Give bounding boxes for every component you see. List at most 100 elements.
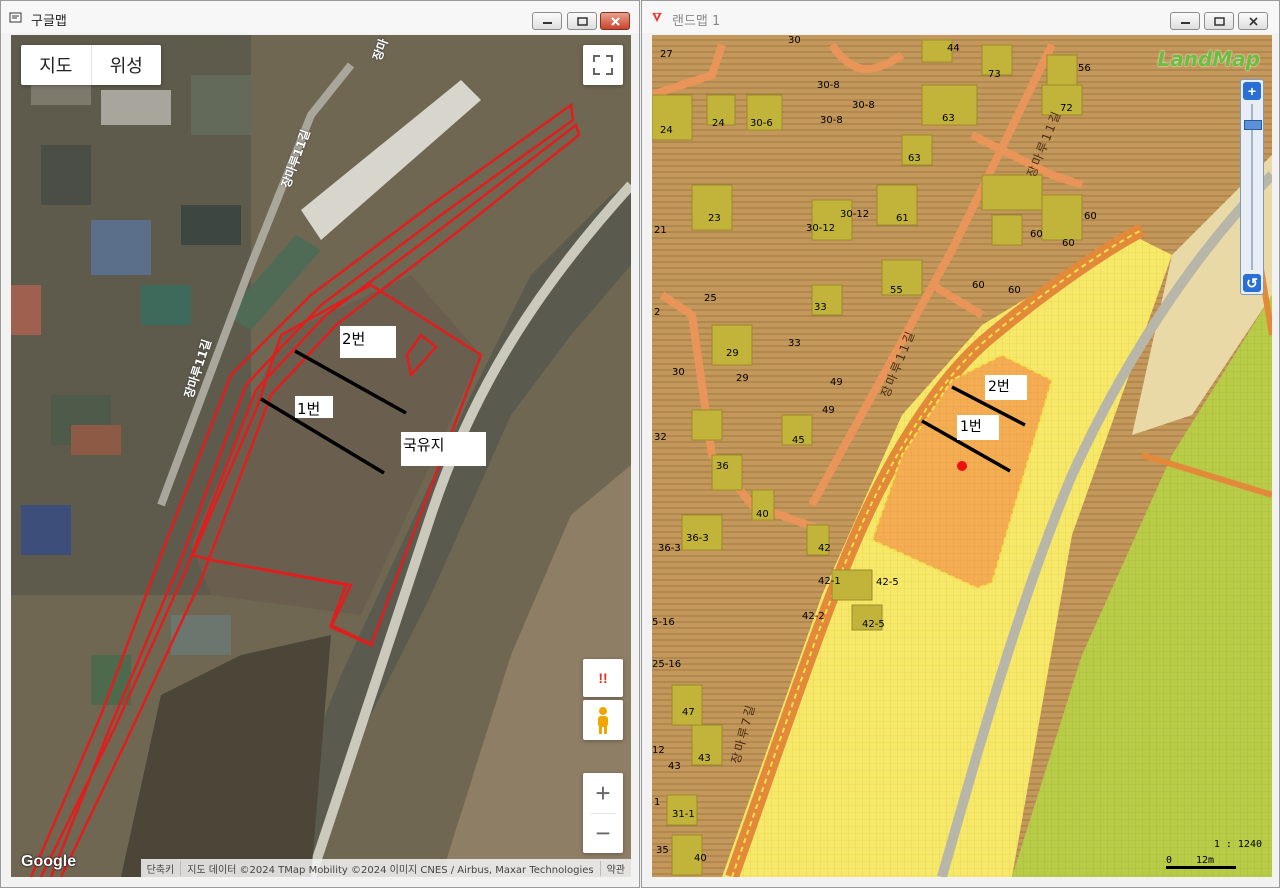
map-type-toggle[interactable]: 지도 위성: [21, 45, 161, 85]
warning-button[interactable]: !!: [583, 659, 623, 697]
cadastral-map[interactable]: 장마루11길 장마루11길 장마루7길 30 44 27 73 56 30-8 …: [652, 35, 1272, 877]
parcel-label-state: 국유지: [401, 432, 486, 466]
lot-number: 1: [654, 797, 661, 808]
lot-number: 2: [654, 307, 661, 318]
lot-number: 30-8: [817, 80, 840, 91]
lot-number: 33: [788, 338, 801, 349]
landmap-logo: LandMap: [1157, 47, 1260, 71]
lot-number: 42-2: [802, 611, 825, 622]
lot-number: 36-3: [686, 533, 709, 544]
title-bar[interactable]: 랜드맵 1: [642, 1, 1279, 33]
lot-number: 25: [704, 293, 717, 304]
lot-number: 63: [908, 153, 921, 164]
keyboard-shortcuts-link[interactable]: 단축키: [141, 860, 182, 876]
lot-number: 21: [654, 225, 667, 236]
satellite-imagery: [11, 35, 631, 877]
lot-number: 24: [660, 125, 673, 136]
terms-link[interactable]: 약관: [601, 861, 631, 876]
zoom-control: + −: [583, 773, 623, 853]
lot-number: 42-5: [876, 577, 899, 588]
zoom-in-button[interactable]: +: [583, 773, 623, 813]
parcel-label-2: 2번: [985, 375, 1027, 400]
lot-number: 30-6: [750, 118, 773, 129]
lot-number: 60: [972, 280, 985, 291]
zoom-in-button[interactable]: +: [1243, 82, 1261, 100]
close-button[interactable]: [1238, 12, 1268, 30]
lot-number: 40: [694, 853, 707, 864]
lot-number: 33: [814, 302, 827, 313]
lot-number: 30-12: [806, 223, 836, 234]
lot-number: 45: [792, 435, 805, 446]
lot-number: 30-12: [840, 209, 870, 220]
lot-number: 30: [788, 35, 801, 46]
window-title: 랜드맵 1: [672, 14, 721, 29]
scale-length: 12m: [1196, 855, 1215, 866]
minimize-button[interactable]: [1170, 12, 1200, 30]
lot-number: 60: [1084, 211, 1097, 222]
lot-number: 23: [708, 213, 721, 224]
pegman-icon: [598, 707, 608, 734]
app-icon: [9, 12, 22, 23]
lot-number: 55: [890, 285, 903, 296]
lot-number: 44: [947, 43, 960, 54]
lot-number: 56: [1078, 63, 1091, 74]
location-marker: [957, 461, 967, 471]
maximize-button[interactable]: [1204, 12, 1234, 30]
parcel-label-1: 1번: [295, 396, 333, 418]
google-map-window: 구글맵 지도 위성 장마루11길 장마루11길 장마 2번 1번 국유지 !! …: [0, 0, 640, 888]
map-type-satellite[interactable]: 위성: [90, 45, 162, 85]
lot-number: 60: [1062, 238, 1075, 249]
lot-number: 49: [830, 377, 843, 388]
lot-number: 12: [652, 745, 665, 756]
parcel-label-1: 1번: [957, 415, 999, 440]
scale-bar: 1 : 1240 0 12m: [1166, 839, 1266, 871]
lot-number: 60: [1008, 285, 1021, 296]
lot-number: 63: [942, 113, 955, 124]
lot-number: 27: [660, 49, 673, 60]
satellite-map[interactable]: 지도 위성 장마루11길 장마루11길 장마 2번 1번 국유지 !! + − …: [11, 35, 631, 877]
fullscreen-icon: [593, 55, 613, 75]
google-logo: Google: [21, 853, 77, 870]
scale-ratio: 1 : 1240: [1213, 839, 1262, 850]
parcel-label-2: 2번: [340, 326, 396, 358]
street-view-pegman[interactable]: [583, 700, 623, 740]
map-type-map[interactable]: 지도: [21, 45, 91, 85]
lot-number: 47: [682, 707, 695, 718]
lot-number: 43: [668, 761, 681, 772]
lot-number: 25-16: [652, 659, 682, 670]
landmap-window: 랜드맵 1 장마루11길 장마루11길 장마루7길 30 44 27 73 56…: [641, 0, 1280, 888]
close-button[interactable]: [600, 12, 630, 30]
scale-zero: 0: [1166, 855, 1173, 866]
fullscreen-button[interactable]: [583, 45, 623, 85]
lot-number: 49: [822, 405, 835, 416]
lot-number: 61: [896, 213, 909, 224]
lot-number: 42-1: [818, 576, 841, 587]
lot-number: 30-8: [820, 115, 843, 126]
lot-number: 24: [712, 118, 725, 129]
lot-number: 42: [818, 543, 831, 554]
title-bar[interactable]: 구글맵: [1, 1, 639, 33]
minimize-button[interactable]: [532, 12, 562, 30]
lot-number: 73: [988, 69, 1001, 80]
map-attribution: 단축키 지도 데이터 ©2024 TMap Mobility ©2024 이미지…: [140, 859, 631, 877]
scale-line: [1166, 866, 1236, 869]
zoom-slider[interactable]: + ↺: [1240, 79, 1264, 295]
zoom-out-button[interactable]: −: [583, 813, 623, 853]
lot-number: 29: [726, 348, 739, 359]
lot-number: 29: [736, 373, 749, 384]
lot-number: 40: [756, 509, 769, 520]
zoom-thumb[interactable]: [1244, 120, 1262, 130]
lot-number: 35: [656, 845, 669, 856]
lot-number: 43: [698, 753, 711, 764]
lot-number: 30: [672, 367, 685, 378]
maximize-button[interactable]: [567, 12, 597, 30]
zoom-out-button[interactable]: ↺: [1243, 274, 1261, 292]
window-title: 구글맵: [31, 14, 67, 29]
lot-number: 72: [1060, 103, 1073, 114]
lot-number: 36-3: [658, 543, 681, 554]
lot-number: 31-1: [672, 809, 695, 820]
lot-number: 30-8: [852, 100, 875, 111]
lot-number: 5-16: [652, 617, 675, 628]
lot-number: 60: [1030, 229, 1043, 240]
app-icon: [652, 12, 662, 23]
